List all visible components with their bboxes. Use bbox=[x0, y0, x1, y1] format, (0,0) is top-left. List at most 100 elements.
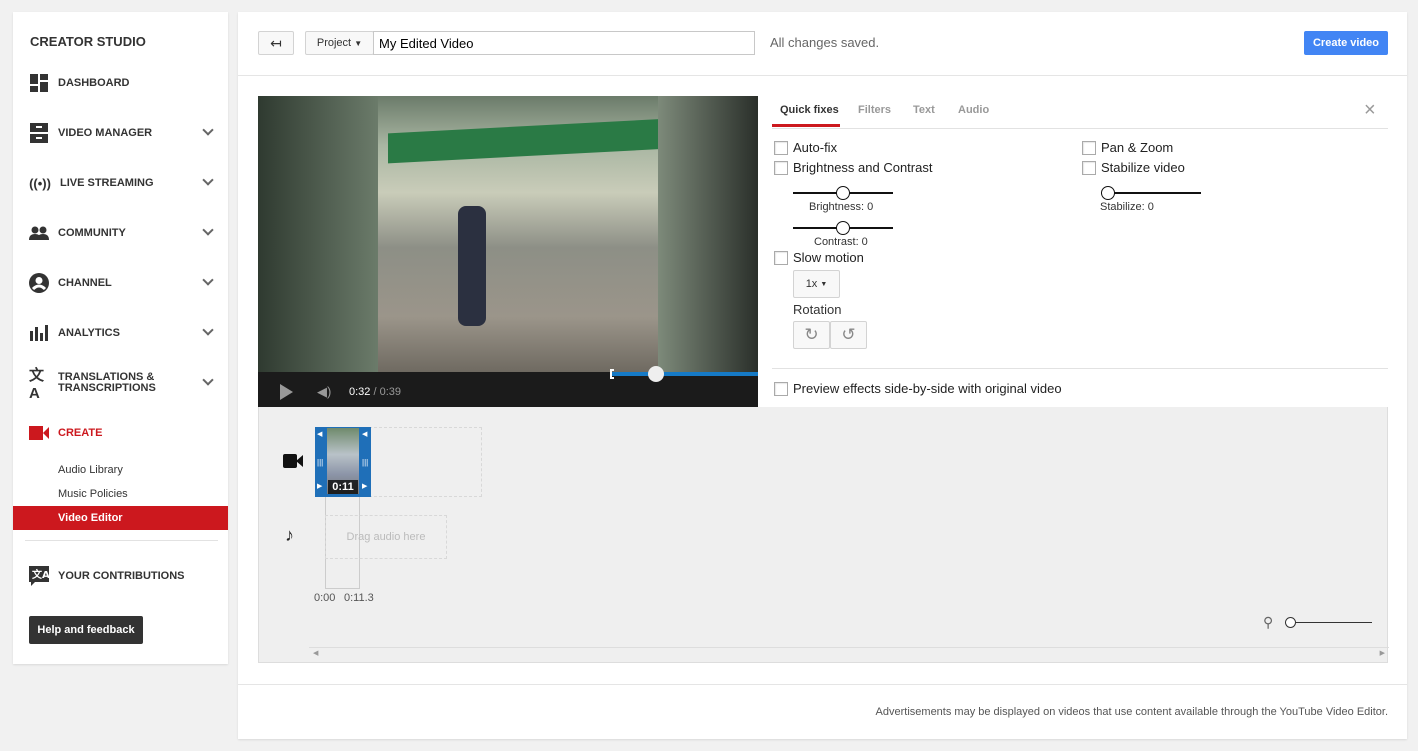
video-scene-person bbox=[458, 206, 486, 326]
checkbox-label: Preview effects side-by-side with origin… bbox=[793, 381, 1062, 396]
close-icon[interactable]: × bbox=[1364, 99, 1376, 122]
project-dropdown[interactable]: Project ▼ bbox=[305, 31, 374, 55]
checkbox[interactable] bbox=[774, 140, 788, 155]
checkbox-label: Stabilize video bbox=[1101, 160, 1185, 175]
video-track-icon bbox=[283, 454, 303, 473]
divider bbox=[772, 128, 1388, 129]
community-icon bbox=[29, 223, 49, 243]
sidebar: CREATOR STUDIO DASHBOARD VIDEO MANAGER (… bbox=[13, 12, 228, 664]
sidebar-item-label: COMMUNITY bbox=[58, 227, 126, 239]
pan-zoom-checkbox[interactable]: Pan & Zoom bbox=[1082, 140, 1173, 155]
checkbox-label: Pan & Zoom bbox=[1101, 140, 1174, 155]
brightness-slider[interactable] bbox=[793, 186, 893, 200]
caret-down-icon: ▼ bbox=[354, 38, 363, 48]
chevron-down-icon bbox=[202, 174, 214, 186]
checkbox[interactable] bbox=[1082, 140, 1096, 155]
sidebar-item-community[interactable]: COMMUNITY bbox=[13, 218, 228, 248]
checkbox[interactable] bbox=[774, 250, 788, 265]
timeline-zoom-slider[interactable] bbox=[1285, 617, 1372, 628]
preview-side-by-side-checkbox[interactable]: Preview effects side-by-side with origin… bbox=[774, 381, 1062, 396]
back-button[interactable]: ↤ bbox=[258, 31, 294, 55]
sidebar-item-label: CREATE bbox=[58, 427, 103, 439]
sidebar-item-video-manager[interactable]: VIDEO MANAGER bbox=[13, 118, 228, 148]
divider bbox=[772, 368, 1388, 369]
tab-quick-fixes[interactable]: Quick fixes bbox=[780, 104, 839, 116]
timeline-scrollbar[interactable]: ◀ ▶ bbox=[309, 647, 1389, 661]
current-time: 0:32 bbox=[349, 386, 371, 398]
project-title-input[interactable] bbox=[373, 31, 755, 55]
sidebar-item-label: TRANSLATIONS & TRANSCRIPTIONS bbox=[58, 372, 156, 394]
video-preview[interactable] bbox=[258, 96, 758, 372]
stabilize-video-checkbox[interactable]: Stabilize video bbox=[1082, 160, 1185, 175]
audio-drop-zone[interactable]: Drag audio here bbox=[325, 515, 447, 559]
video-clip[interactable]: ◀ ◀ ||| ||| ▶ ▶ 0:11 bbox=[315, 427, 371, 497]
trim-right-icon[interactable]: ▶ bbox=[362, 482, 367, 490]
sidebar-sub-music-policies[interactable]: Music Policies bbox=[13, 482, 228, 506]
chevron-down-icon bbox=[202, 224, 214, 236]
slow-motion-checkbox[interactable]: Slow motion bbox=[774, 250, 864, 265]
tab-text[interactable]: Text bbox=[913, 104, 935, 116]
autofix-checkbox[interactable]: Auto-fix bbox=[774, 140, 837, 155]
trim-handle[interactable] bbox=[610, 369, 614, 379]
checkbox[interactable] bbox=[774, 160, 788, 175]
footer-notice: Advertisements may be displayed on video… bbox=[875, 706, 1388, 718]
help-feedback-button[interactable]: Help and feedback bbox=[29, 616, 143, 644]
rotate-right-button[interactable]: ↻ bbox=[793, 321, 830, 349]
drag-handle-icon[interactable]: ||| bbox=[362, 458, 368, 467]
total-time: / 0:39 bbox=[373, 386, 402, 398]
sidebar-item-create[interactable]: CREATE bbox=[13, 418, 228, 448]
player-progress-bar[interactable] bbox=[610, 372, 758, 376]
video-camera-icon bbox=[29, 423, 49, 443]
slider-knob[interactable] bbox=[836, 186, 850, 200]
volume-icon[interactable]: ◀) bbox=[317, 384, 331, 400]
sidebar-item-channel[interactable]: CHANNEL bbox=[13, 268, 228, 298]
tab-filters[interactable]: Filters bbox=[858, 104, 891, 116]
rotate-left-icon: ↺ bbox=[841, 325, 856, 344]
create-video-button[interactable]: Create video bbox=[1304, 31, 1388, 55]
checkbox[interactable] bbox=[774, 381, 788, 396]
scroll-right-icon[interactable]: ▶ bbox=[1380, 649, 1385, 657]
tab-audio[interactable]: Audio bbox=[958, 104, 989, 116]
stabilize-slider[interactable] bbox=[1101, 186, 1201, 200]
stabilize-label: Stabilize: 0 bbox=[1100, 201, 1154, 213]
sidebar-item-live-streaming[interactable]: ((•)) LIVE STREAMING bbox=[13, 168, 228, 198]
divider bbox=[25, 540, 218, 541]
sidebar-item-dashboard[interactable]: DASHBOARD bbox=[13, 68, 228, 98]
checkbox[interactable] bbox=[1082, 160, 1096, 175]
sidebar-sub-audio-library[interactable]: Audio Library bbox=[13, 458, 228, 482]
video-drop-zone[interactable] bbox=[369, 427, 482, 497]
sidebar-item-contributions[interactable]: 文A YOUR CONTRIBUTIONS bbox=[13, 561, 228, 591]
zoom-icon: ⚲ bbox=[1263, 614, 1274, 630]
speed-dropdown[interactable]: 1x ▼ bbox=[793, 270, 840, 298]
active-tab-indicator bbox=[772, 124, 840, 127]
slider-knob[interactable] bbox=[836, 221, 850, 235]
divider bbox=[238, 684, 1407, 685]
video-manager-icon bbox=[29, 123, 49, 143]
scrubber-knob[interactable] bbox=[648, 366, 664, 382]
analytics-icon bbox=[29, 323, 49, 343]
play-icon[interactable] bbox=[280, 384, 293, 400]
svg-text:文A: 文A bbox=[32, 568, 49, 581]
trim-left-icon[interactable]: ◀ bbox=[317, 430, 322, 438]
checkbox-label: Slow motion bbox=[793, 250, 864, 265]
contributions-icon: 文A bbox=[29, 566, 49, 586]
sidebar-item-label: LIVE STREAMING bbox=[60, 177, 154, 189]
video-scene-left bbox=[258, 96, 378, 372]
drag-handle-icon[interactable]: ||| bbox=[317, 458, 323, 467]
rotate-left-button[interactable]: ↺ bbox=[830, 321, 867, 349]
slider-knob[interactable] bbox=[1101, 186, 1115, 200]
trim-left-icon[interactable]: ◀ bbox=[362, 430, 367, 438]
contrast-slider[interactable] bbox=[793, 221, 893, 235]
time-end: 0:11.3 bbox=[344, 592, 374, 604]
sidebar-sub-video-editor[interactable]: Video Editor bbox=[13, 506, 228, 530]
quick-fixes-panel: Quick fixes Filters Text Audio × Auto-fi… bbox=[772, 96, 1388, 407]
brightness-contrast-checkbox[interactable]: Brightness and Contrast bbox=[774, 160, 932, 175]
sidebar-item-analytics[interactable]: ANALYTICS bbox=[13, 318, 228, 348]
time-start: 0:00 bbox=[314, 592, 336, 604]
trim-right-icon[interactable]: ▶ bbox=[317, 482, 322, 490]
contrast-label: Contrast: 0 bbox=[814, 236, 868, 248]
player-controls: ◀) 0:32 / 0:39 bbox=[258, 366, 758, 407]
sidebar-item-translations[interactable]: 文A TRANSLATIONS & TRANSCRIPTIONS bbox=[13, 367, 228, 402]
scroll-left-icon[interactable]: ◀ bbox=[313, 649, 318, 657]
slider-knob[interactable] bbox=[1285, 617, 1296, 628]
